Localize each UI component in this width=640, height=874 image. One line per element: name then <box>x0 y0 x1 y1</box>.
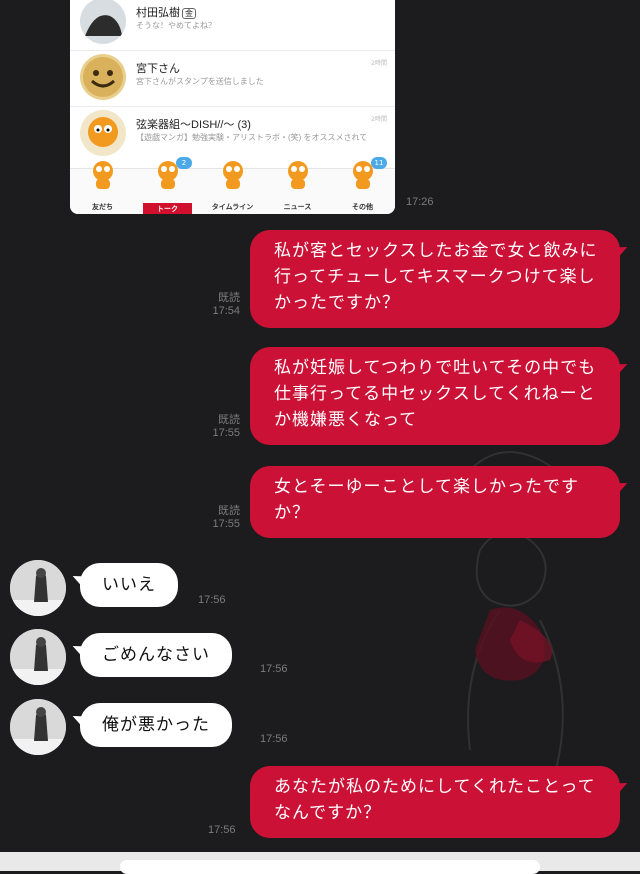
garfield-icon <box>93 161 113 189</box>
chat-name: 村田弘樹金 <box>136 4 196 20</box>
tab-friends: 友だち <box>70 161 135 214</box>
chat-preview: 【遊戯マンガ】勉強実験・アリストラボ・(笑) をオススメされて… <box>136 133 366 142</box>
chat-list-item: 宮下さん 宮下さんがスタンプを送信しました 2時間 <box>70 50 395 107</box>
read-receipt: 既読 17:54 <box>200 292 240 318</box>
avatar[interactable] <box>10 699 66 755</box>
message-time: 17:26 <box>406 196 434 208</box>
tab-news: ニュース <box>265 161 330 214</box>
embedded-chat-list-screenshot: 村田弘樹金 そうな！やめてよね？ 宮下さん 宮下さんがスタンプを送信しました 2… <box>70 0 395 214</box>
message-time: 17:56 <box>208 824 236 836</box>
incoming-message-bubble[interactable]: いいえ <box>80 563 178 607</box>
message-time: 17:54 <box>212 305 240 317</box>
chat-name: 宮下さん <box>136 63 180 75</box>
tab-bar: 友だち 2 トーク タイムライン ニュース 11 その他 <box>70 157 395 214</box>
incoming-message-bubble[interactable]: 俺が悪かった <box>80 703 232 747</box>
chat-list-item: 村田弘樹金 そうな！やめてよね？ <box>70 0 395 51</box>
outgoing-message-bubble[interactable]: あなたが私のためにしてくれたことってなんですか？ <box>250 766 620 838</box>
chat-list-item: 弦楽器組〜DISH//〜 (3) 【遊戯マンガ】勉強実験・アリストラボ・(笑) … <box>70 106 395 162</box>
outgoing-message-bubble[interactable]: 女とそーゆーことして楽しかったですか？ <box>250 466 620 538</box>
read-receipt: 既読 17:55 <box>200 505 240 531</box>
read-label: 既読 <box>218 414 240 426</box>
message-input-bar <box>0 852 640 874</box>
chat-time: 2時間 <box>371 116 387 123</box>
chat-preview: そうな！やめてよね？ <box>136 21 216 30</box>
outgoing-message-bubble[interactable]: 私が客とセックスしたお金で女と飲みに行ってチューしてキスマークつけて楽しかったで… <box>250 230 620 328</box>
garfield-icon <box>288 161 308 189</box>
outgoing-message-bubble[interactable]: 私が妊娠してつわりで吐いてその中でも仕事行ってる中セックスしてくれねーとか機嫌悪… <box>250 347 620 445</box>
tab-timeline: タイムライン <box>200 161 265 214</box>
tab-more: 11 その他 <box>330 157 395 214</box>
chat-time: 2時間 <box>371 60 387 67</box>
garfield-icon <box>223 161 243 189</box>
avatar[interactable] <box>10 560 66 616</box>
message-time: 17:55 <box>212 427 240 439</box>
avatar <box>80 110 126 156</box>
tab-badge: 11 <box>371 157 387 169</box>
message-time: 17:56 <box>260 733 288 745</box>
read-label: 既読 <box>218 292 240 304</box>
chat-preview: 宮下さんがスタンプを送信しました <box>136 77 264 86</box>
avatar <box>80 0 126 44</box>
message-time: 17:56 <box>198 594 226 606</box>
message-input[interactable] <box>120 860 540 874</box>
message-time: 17:55 <box>212 518 240 530</box>
tab-talk: 2 トーク <box>135 157 200 214</box>
chat-name: 弦楽器組〜DISH//〜 (3) <box>136 119 251 131</box>
read-receipt: 既読 17:55 <box>200 414 240 440</box>
avatar <box>80 54 126 100</box>
tab-badge: 2 <box>176 157 192 169</box>
read-label: 既読 <box>218 505 240 517</box>
message-time: 17:56 <box>260 663 288 675</box>
incoming-message-bubble[interactable]: ごめんなさい <box>80 633 232 677</box>
avatar[interactable] <box>10 629 66 685</box>
